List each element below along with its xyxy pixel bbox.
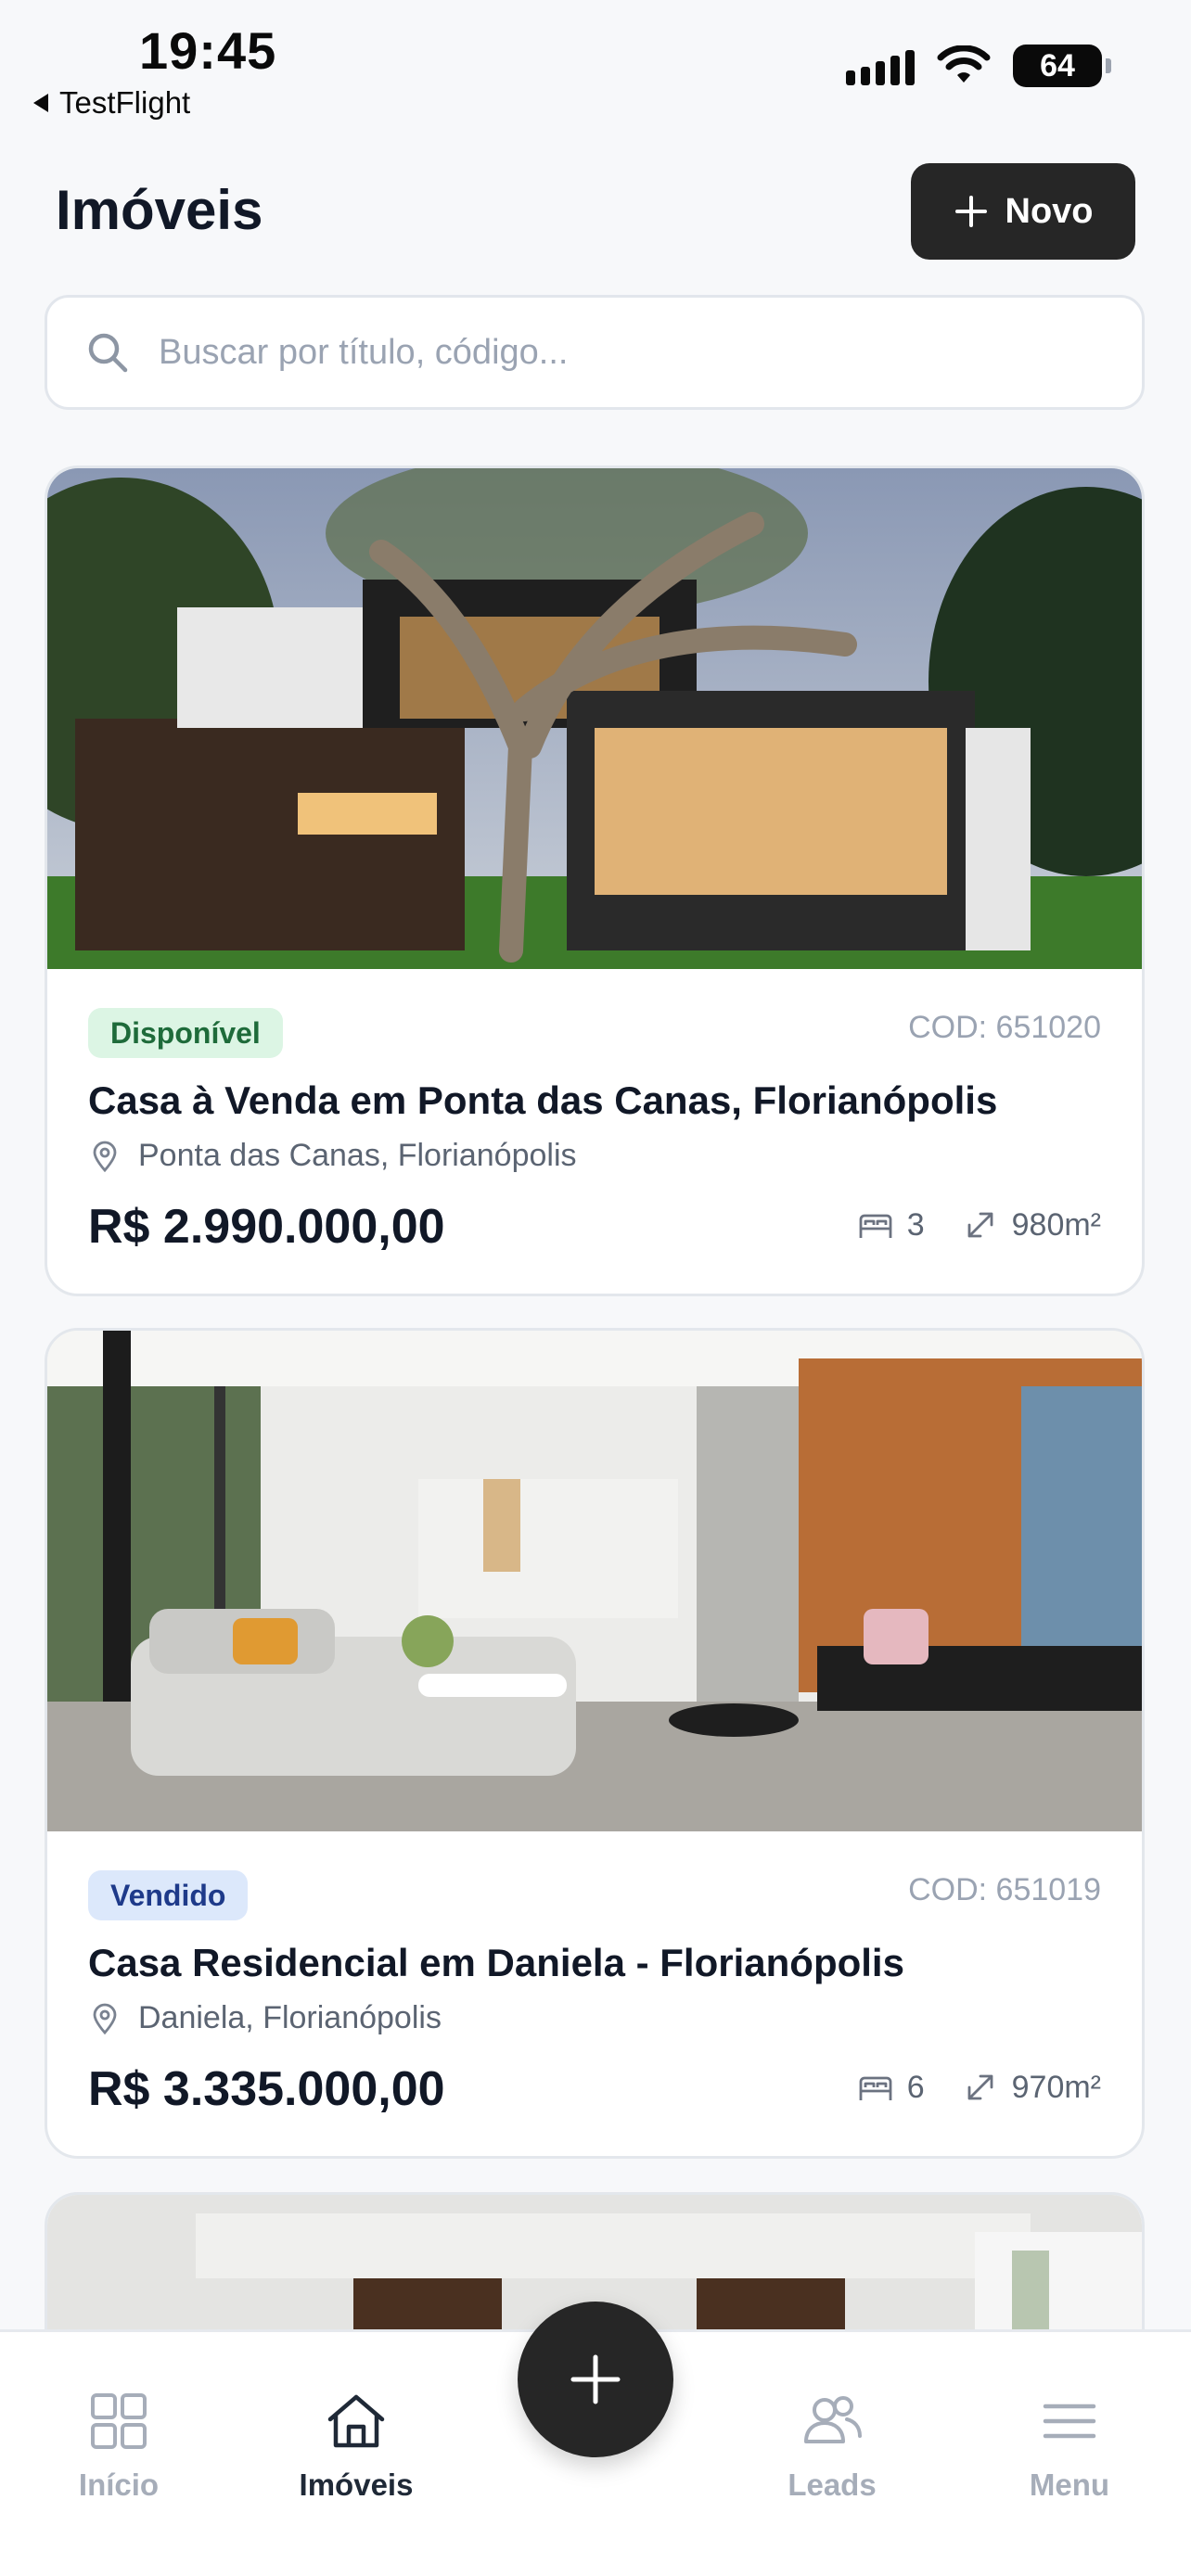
nav-item-leads[interactable]: Leads <box>739 2388 925 2503</box>
area-stat: 970m² <box>962 2069 1101 2106</box>
home-icon <box>327 2394 385 2448</box>
back-arrow-icon <box>33 94 48 112</box>
plus-icon <box>954 196 987 227</box>
property-code: COD: 651020 <box>908 1010 1101 1045</box>
nav-label: Imóveis <box>299 2468 414 2502</box>
map-pin-icon <box>93 2003 117 2034</box>
nav-item-menu[interactable]: Menu <box>977 2388 1162 2503</box>
area-value: 980m² <box>1011 1206 1101 1243</box>
map-pin-icon <box>93 1141 117 1172</box>
search-bar <box>45 295 1145 410</box>
property-title: Casa à Venda em Ponta das Canas, Florian… <box>88 1078 998 1122</box>
expand-icon <box>967 1212 993 1238</box>
property-code: COD: 651019 <box>908 1872 1101 1907</box>
area-value: 970m² <box>1011 2069 1101 2105</box>
bed-icon <box>859 1214 892 1238</box>
back-to-app-link[interactable]: TestFlight <box>33 85 190 121</box>
nav-item-imoveis[interactable]: Imóveis <box>263 2388 449 2503</box>
nav-label: Menu <box>1029 2468 1110 2502</box>
property-photo <box>47 1331 1142 1831</box>
property-stats: 3 980m² <box>857 1206 1101 1243</box>
status-indicators: 64 <box>846 45 1111 87</box>
property-title: Casa Residencial em Daniela - Florianópo… <box>88 1941 904 1984</box>
status-badge: Vendido <box>88 1870 249 1920</box>
expand-icon <box>967 2074 993 2100</box>
property-card[interactable]: Vendido COD: 651019 Casa Residencial em … <box>45 1328 1145 2159</box>
status-badge: Disponível <box>88 1008 283 1058</box>
nav-label: Leads <box>788 2468 877 2502</box>
location-text: Daniela, Florianópolis <box>138 2000 442 2035</box>
property-photo <box>47 468 1142 969</box>
property-location: Ponta das Canas, Florianópolis <box>88 1138 577 1174</box>
search-icon <box>88 333 128 373</box>
bedrooms-count: 3 <box>906 1206 925 1243</box>
back-app-label: TestFlight <box>59 85 191 120</box>
bed-icon <box>859 2076 892 2100</box>
new-button-label: Novo <box>1005 191 1094 231</box>
property-card[interactable]: Disponível COD: 651020 Casa à Venda em P… <box>45 465 1145 1296</box>
wifi-icon <box>937 45 991 83</box>
property-stats: 6 970m² <box>857 2069 1101 2106</box>
area-stat: 980m² <box>962 1206 1101 1243</box>
plus-icon <box>570 2354 621 2404</box>
new-property-button[interactable]: Novo <box>911 163 1135 260</box>
menu-icon <box>1043 2404 1096 2439</box>
property-price: R$ 2.990.000,00 <box>88 1200 445 1254</box>
grid-icon <box>91 2393 147 2449</box>
bedrooms-stat: 6 <box>857 2069 925 2106</box>
bedrooms-count: 6 <box>906 2069 925 2105</box>
property-location: Daniela, Florianópolis <box>88 2000 442 2036</box>
users-icon <box>804 2396 862 2443</box>
status-time: 19:45 <box>139 21 277 80</box>
page-title: Imóveis <box>56 179 263 241</box>
nav-label: Início <box>78 2468 160 2502</box>
nav-item-inicio[interactable]: Início <box>26 2388 211 2503</box>
location-text: Ponta das Canas, Florianópolis <box>138 1138 577 1173</box>
battery-icon: 64 <box>1013 45 1111 87</box>
property-price: R$ 3.335.000,00 <box>88 2062 445 2116</box>
add-fab-button[interactable] <box>518 2302 673 2457</box>
bedrooms-stat: 3 <box>857 1206 925 1243</box>
cellular-signal-icon <box>846 46 915 85</box>
search-input[interactable] <box>159 332 993 373</box>
